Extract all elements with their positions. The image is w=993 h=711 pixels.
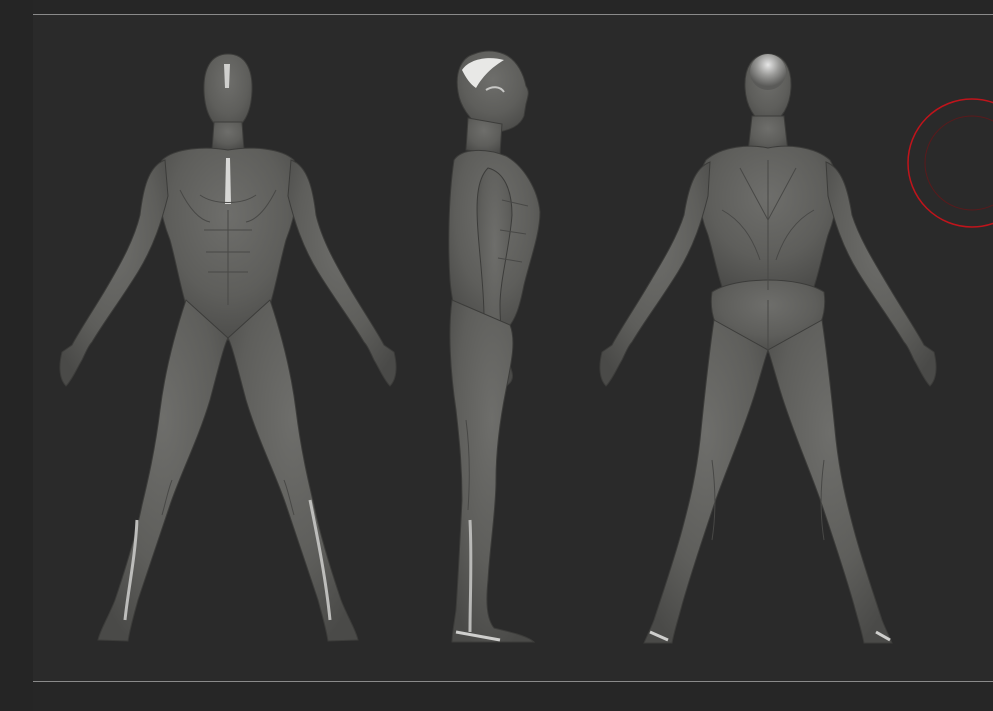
front-arm-right <box>287 159 397 387</box>
side-neck <box>465 117 503 155</box>
side-leg <box>449 299 536 643</box>
back-arm-left <box>599 161 711 387</box>
back-arm-right <box>825 161 937 387</box>
model-views[interactable] <box>0 0 993 711</box>
front-arm-left <box>59 159 169 387</box>
front-leg-right <box>227 299 359 642</box>
back-leg-right <box>767 319 893 644</box>
front-neck <box>211 121 245 151</box>
back-leg-left <box>643 319 769 644</box>
side-view-figure[interactable] <box>448 50 541 643</box>
zbrush-app <box>0 0 993 711</box>
front-leg-left <box>97 299 229 642</box>
front-view-figure[interactable] <box>59 53 397 642</box>
